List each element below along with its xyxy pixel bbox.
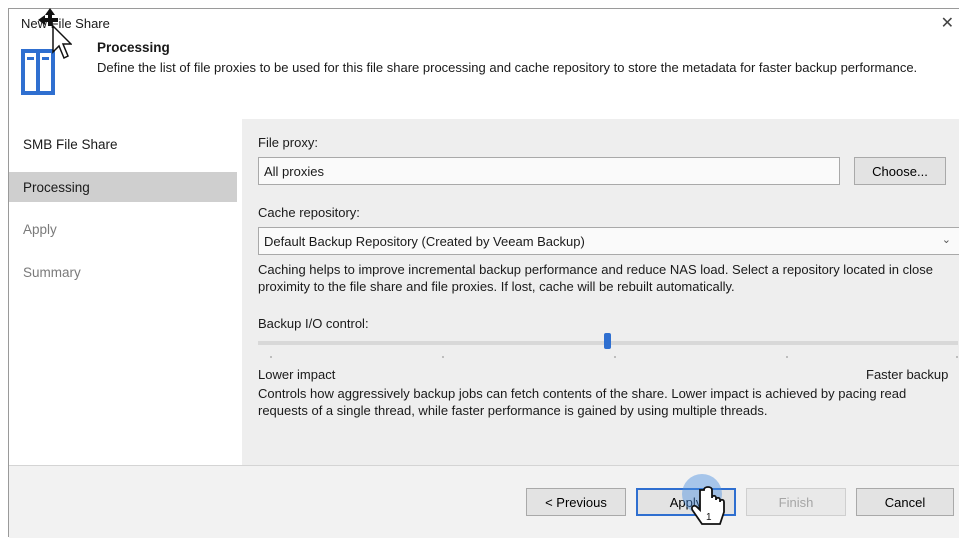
dialog-footer: < Previous Apply Finish Cancel: [9, 465, 959, 538]
file-proxy-label: File proxy:: [258, 135, 318, 150]
sidebar-item-summary: Summary: [23, 265, 81, 280]
slider-tick: [270, 356, 272, 358]
apply-button[interactable]: Apply: [636, 488, 736, 516]
slider-tick: [442, 356, 444, 358]
window-title: New File Share: [21, 16, 110, 31]
step-title: Processing: [97, 40, 170, 55]
finish-button: Finish: [746, 488, 846, 516]
cache-repository-select[interactable]: Default Backup Repository (Created by Ve…: [258, 227, 959, 255]
slider-tick: [614, 356, 616, 358]
slider-min-label: Lower impact: [258, 367, 336, 382]
io-help-text: Controls how aggressively backup jobs ca…: [258, 386, 907, 418]
step-description: Define the list of file proxies to be us…: [97, 60, 918, 75]
backup-io-label: Backup I/O control:: [258, 316, 369, 331]
sidebar-item-smb-file-share[interactable]: SMB File Share: [23, 137, 118, 152]
previous-button[interactable]: < Previous: [526, 488, 626, 516]
cache-help-text: Caching helps to improve incremental bac…: [258, 262, 933, 294]
sidebar-item-apply: Apply: [23, 222, 57, 237]
close-icon[interactable]: ✕: [941, 13, 954, 33]
slider-tick: [786, 356, 788, 358]
chevron-down-icon: ⌄: [941, 234, 951, 246]
cache-repository-label: Cache repository:: [258, 205, 360, 220]
slider-tick: [956, 356, 958, 358]
sidebar-item-processing[interactable]: Processing: [23, 180, 90, 195]
cache-repository-value: Default Backup Repository (Created by Ve…: [264, 234, 585, 249]
slider-max-label: Faster backup: [866, 367, 949, 382]
file-share-icon: [21, 49, 55, 95]
choose-button[interactable]: Choose...: [854, 157, 946, 185]
processing-panel: File proxy: All proxies Choose... Cache …: [242, 119, 959, 465]
new-file-share-dialog: New File Share ✕ Processing Define the l…: [8, 8, 959, 538]
file-proxy-field[interactable]: All proxies: [258, 157, 840, 185]
cancel-button[interactable]: Cancel: [856, 488, 954, 516]
backup-io-slider-thumb[interactable]: [604, 333, 611, 349]
wizard-sidebar: SMB File Share Processing Apply Summary: [9, 119, 239, 465]
